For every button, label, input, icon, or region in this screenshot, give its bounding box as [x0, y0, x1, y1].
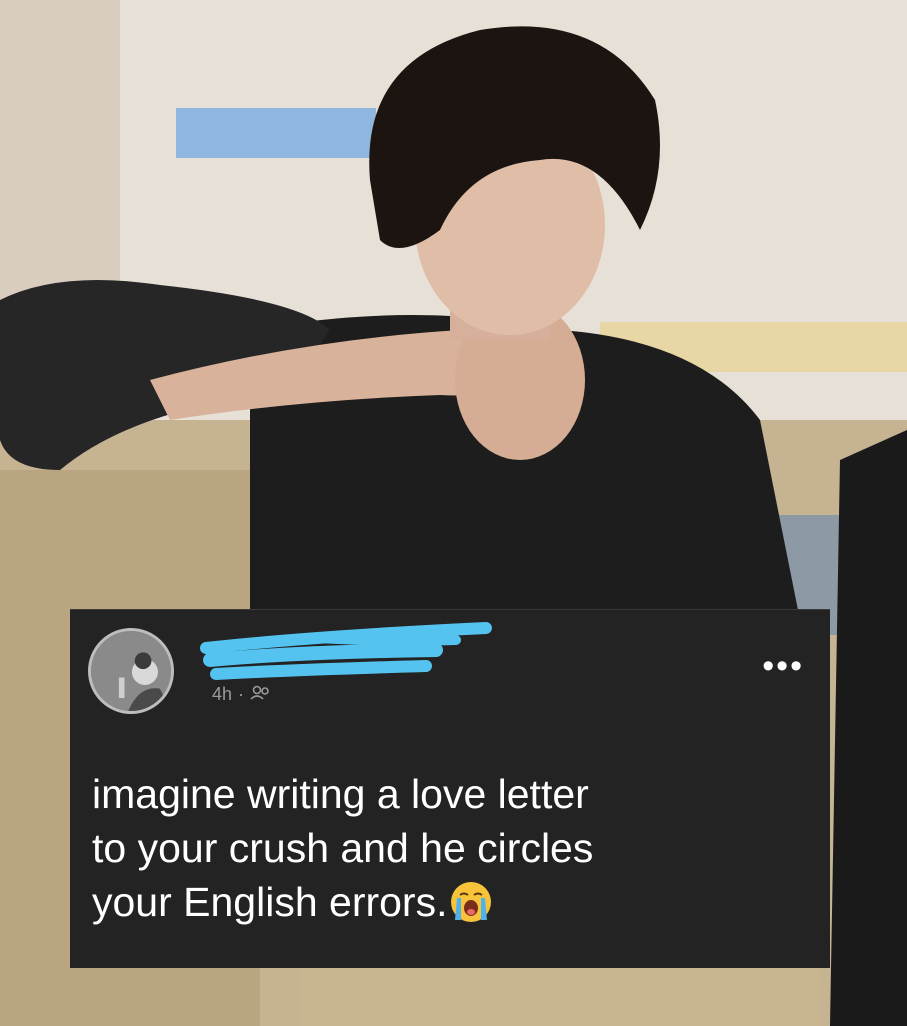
post-body: imagine writing a love letter to your cr…: [92, 771, 594, 925]
more-options-icon[interactable]: •••: [762, 649, 804, 683]
meta-separator: ·: [238, 684, 245, 704]
post-text: imagine writing a love letter to your cr…: [92, 767, 812, 929]
friends-icon: [250, 684, 272, 705]
post-time: 4h: [212, 684, 233, 704]
name-redaction-scribble: [200, 622, 492, 680]
avatar[interactable]: [88, 628, 174, 714]
post-card: 4h · ••• imagine writing a love letter t…: [70, 609, 830, 968]
loudly-crying-face-emoji: [449, 880, 493, 924]
post-meta: 4h ·: [212, 684, 272, 705]
